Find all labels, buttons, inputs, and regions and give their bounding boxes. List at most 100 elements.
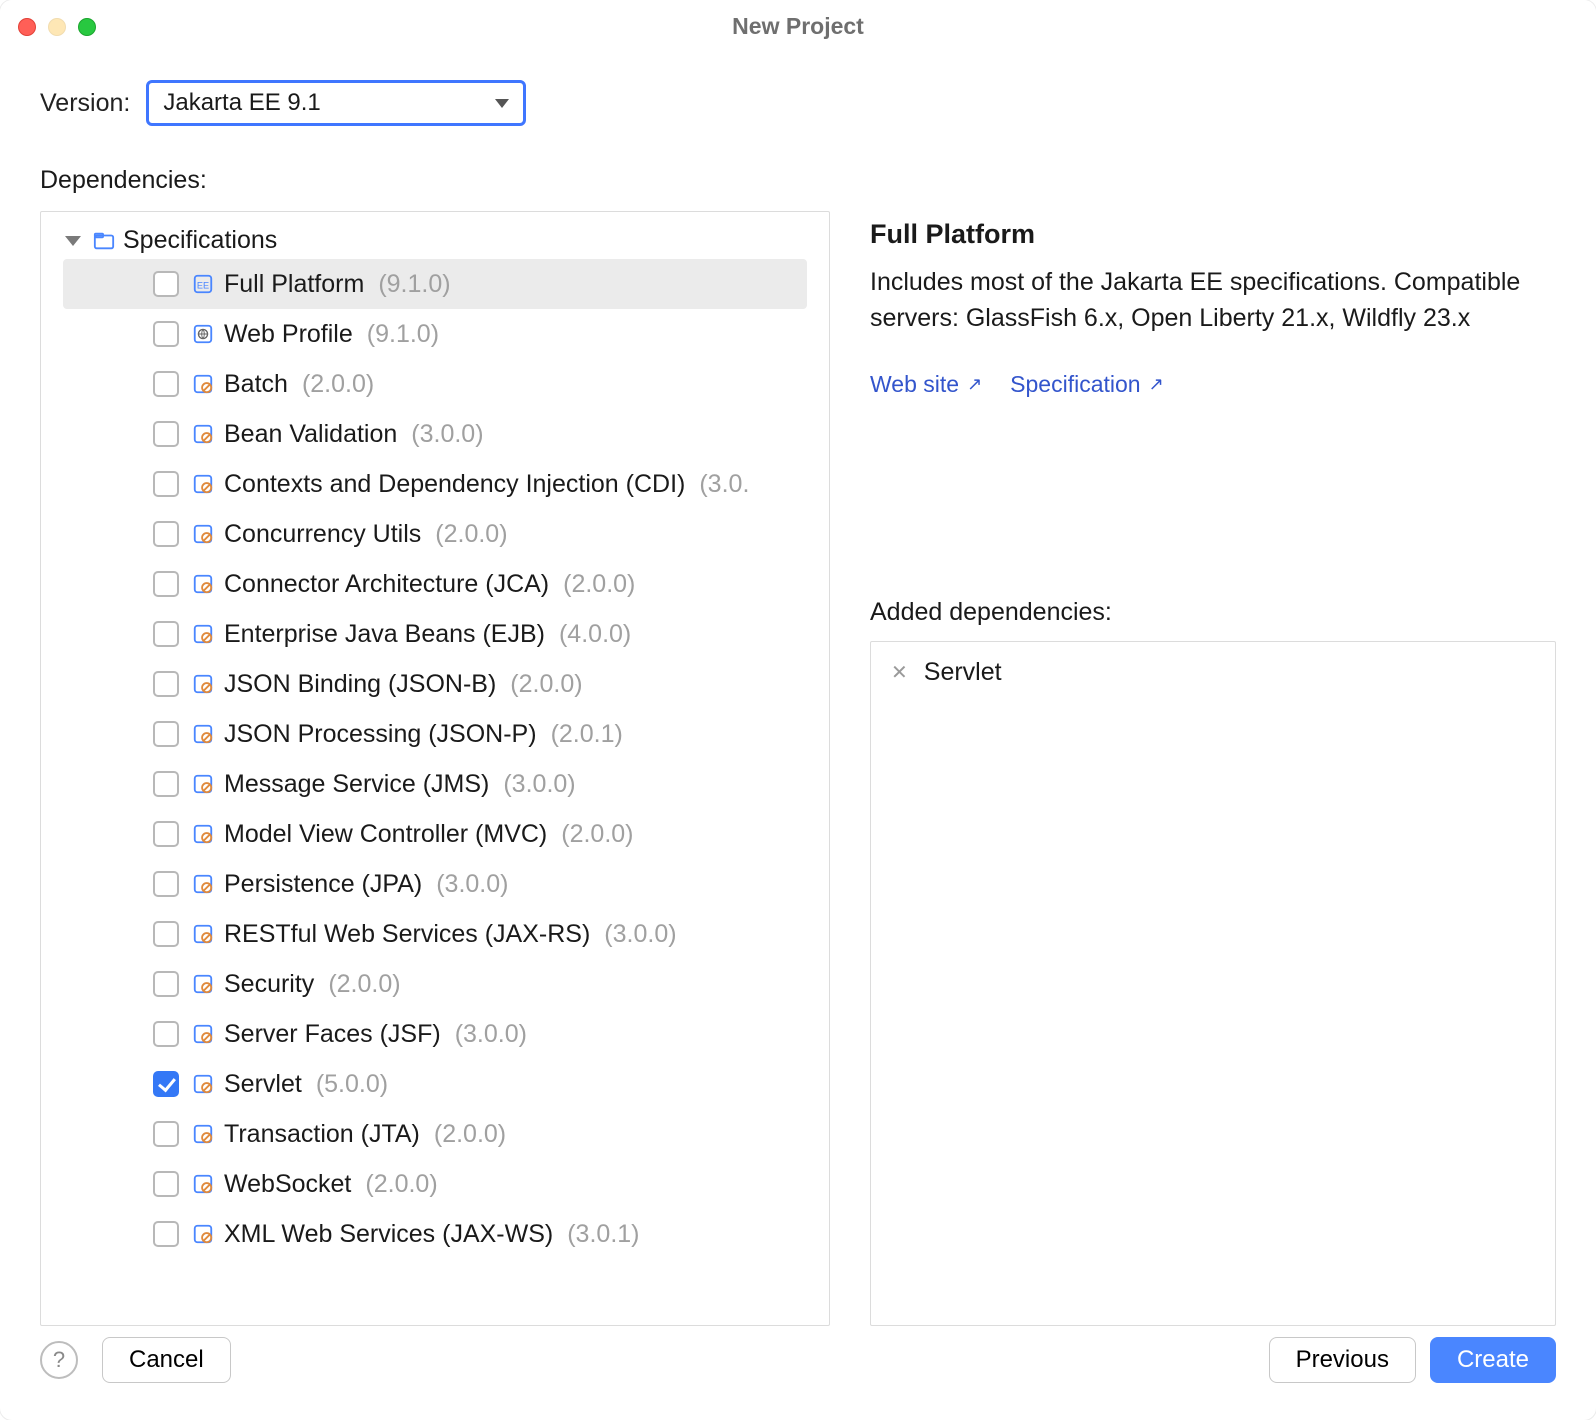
spec-checkbox[interactable]	[153, 1221, 179, 1247]
spec-icon	[192, 423, 214, 445]
spec-checkbox[interactable]	[153, 321, 179, 347]
spec-checkbox[interactable]	[153, 771, 179, 797]
added-dependency-item[interactable]: ✕ Servlet	[871, 650, 1555, 695]
spec-icon	[192, 573, 214, 595]
chevron-down-icon	[495, 99, 509, 108]
spec-item[interactable]: Transaction (JTA) (2.0.0)	[41, 1109, 829, 1159]
version-row: Version: Jakarta EE 9.1	[40, 80, 1556, 126]
spec-item[interactable]: JSON Binding (JSON-B)(2.0.0)	[41, 659, 829, 709]
spec-version: (2.0.0)	[561, 820, 633, 849]
detail-link[interactable]: Specification ↗	[1010, 371, 1164, 398]
spec-checkbox[interactable]	[153, 1021, 179, 1047]
spec-version: (2.0.1)	[551, 720, 623, 749]
spec-item[interactable]: XML Web Services (JAX-WS)(3.0.1)	[41, 1209, 829, 1259]
spec-checkbox[interactable]	[153, 1071, 179, 1097]
spec-name: Server Faces (JSF)	[224, 1020, 441, 1049]
spec-item[interactable]: Web Profile(9.1.0)	[41, 309, 829, 359]
spec-icon	[192, 473, 214, 495]
dependencies-label: Dependencies:	[40, 166, 1556, 195]
added-dependencies-list: ✕ Servlet	[870, 641, 1556, 1327]
spec-name: JSON Processing (JSON-P)	[224, 720, 537, 749]
spec-name: Batch	[224, 370, 288, 399]
spec-checkbox[interactable]	[153, 721, 179, 747]
spec-checkbox[interactable]	[153, 521, 179, 547]
create-button[interactable]: Create	[1430, 1337, 1556, 1383]
spec-item[interactable]: Persistence (JPA)(3.0.0)	[41, 859, 829, 909]
spec-checkbox[interactable]	[153, 571, 179, 597]
spec-icon	[192, 623, 214, 645]
spec-checkbox[interactable]	[153, 871, 179, 897]
spec-checkbox[interactable]	[153, 1171, 179, 1197]
spec-name: XML Web Services (JAX-WS)	[224, 1220, 553, 1249]
spec-version: (3.0.0)	[503, 770, 575, 799]
detail-link[interactable]: Web site ↗	[870, 371, 982, 398]
spec-name: Contexts and Dependency Injection (CDI)	[224, 470, 685, 499]
spec-checkbox[interactable]	[153, 1121, 179, 1147]
previous-button[interactable]: Previous	[1269, 1337, 1416, 1383]
cancel-button[interactable]: Cancel	[102, 1337, 231, 1383]
spec-item[interactable]: RESTful Web Services (JAX-RS)(3.0.0)	[41, 909, 829, 959]
spec-checkbox[interactable]	[153, 421, 179, 447]
spec-item[interactable]: Contexts and Dependency Injection (CDI)(…	[41, 459, 829, 509]
detail-link-label: Specification	[1010, 371, 1140, 398]
spec-icon	[192, 1023, 214, 1045]
detail-link-label: Web site	[870, 371, 959, 398]
spec-name: Message Service (JMS)	[224, 770, 489, 799]
tree-root-specifications[interactable]: Specifications	[41, 222, 829, 259]
spec-version: (5.0.0)	[316, 1070, 388, 1099]
spec-item[interactable]: Batch(2.0.0)	[41, 359, 829, 409]
spec-checkbox[interactable]	[153, 471, 179, 497]
spec-name: Transaction (JTA)	[224, 1120, 420, 1149]
spec-name: Model View Controller (MVC)	[224, 820, 547, 849]
spec-icon	[192, 773, 214, 795]
external-link-icon: ↗	[967, 374, 982, 395]
spec-checkbox[interactable]	[153, 671, 179, 697]
added-dependency-label: Servlet	[924, 658, 1002, 687]
spec-version: (3.0.0)	[604, 920, 676, 949]
version-select[interactable]: Jakarta EE 9.1	[146, 80, 526, 126]
spec-checkbox[interactable]	[153, 971, 179, 997]
caret-down-icon	[65, 236, 81, 246]
spec-item[interactable]: Servlet (5.0.0)	[41, 1059, 829, 1109]
spec-icon	[192, 1173, 214, 1195]
spec-icon	[192, 1073, 214, 1095]
spec-icon	[192, 673, 214, 695]
detail-title: Full Platform	[870, 219, 1556, 250]
spec-item[interactable]: Bean Validation(3.0.0)	[41, 409, 829, 459]
spec-item[interactable]: Enterprise Java Beans (EJB)(4.0.0)	[41, 609, 829, 659]
spec-item[interactable]: Concurrency Utils(2.0.0)	[41, 509, 829, 559]
spec-icon	[192, 973, 214, 995]
spec-icon	[192, 1123, 214, 1145]
spec-item[interactable]: Server Faces (JSF)(3.0.0)	[41, 1009, 829, 1059]
spec-version: (9.1.0)	[378, 270, 450, 299]
spec-checkbox[interactable]	[153, 271, 179, 297]
spec-checkbox[interactable]	[153, 821, 179, 847]
spec-name: Security	[224, 970, 314, 999]
spec-item[interactable]: EEFull Platform(9.1.0)	[63, 259, 807, 309]
spec-version: (3.0.0)	[436, 870, 508, 899]
spec-item[interactable]: Model View Controller (MVC) (2.0.0)	[41, 809, 829, 859]
spec-name: WebSocket	[224, 1170, 351, 1199]
spec-icon	[192, 373, 214, 395]
spec-item[interactable]: Message Service (JMS) (3.0.0)	[41, 759, 829, 809]
spec-item[interactable]: JSON Processing (JSON-P) (2.0.1)	[41, 709, 829, 759]
spec-name: Full Platform	[224, 270, 364, 299]
spec-item[interactable]: Security(2.0.0)	[41, 959, 829, 1009]
external-link-icon: ↗	[1149, 374, 1164, 395]
spec-version: (2.0.0)	[434, 1120, 506, 1149]
spec-icon	[192, 923, 214, 945]
spec-checkbox[interactable]	[153, 621, 179, 647]
spec-version: (2.0.0)	[510, 670, 582, 699]
dependencies-tree: Specifications EEFull Platform(9.1.0)Web…	[40, 211, 830, 1326]
help-button[interactable]: ?	[40, 1341, 78, 1379]
spec-item[interactable]: Connector Architecture (JCA)(2.0.0)	[41, 559, 829, 609]
window-title: New Project	[0, 13, 1596, 40]
added-dependencies-label: Added dependencies:	[870, 598, 1556, 627]
titlebar: New Project	[0, 0, 1596, 52]
spec-item[interactable]: WebSocket (2.0.0)	[41, 1159, 829, 1209]
spec-checkbox[interactable]	[153, 921, 179, 947]
spec-version: (2.0.0)	[365, 1170, 437, 1199]
spec-checkbox[interactable]	[153, 371, 179, 397]
remove-icon[interactable]: ✕	[891, 660, 908, 685]
spec-name: Servlet	[224, 1070, 302, 1099]
